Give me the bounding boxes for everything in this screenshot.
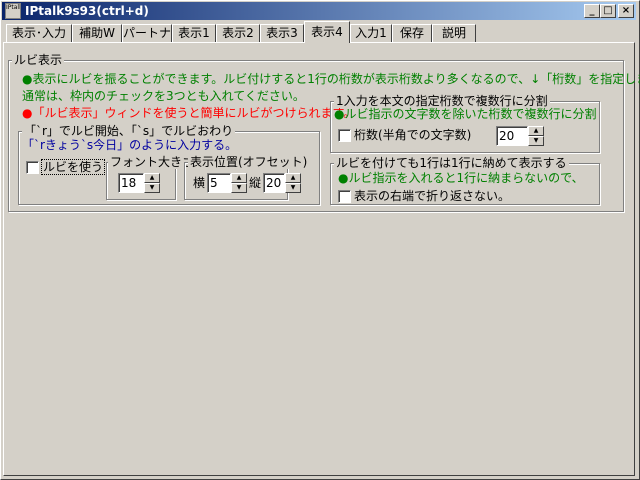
y-offset-spinner[interactable]: ▲ ▼ xyxy=(285,173,301,193)
spin-up-icon[interactable]: ▲ xyxy=(144,173,160,183)
minimize-button[interactable]: _ xyxy=(584,4,600,18)
spin-up-icon[interactable]: ▲ xyxy=(528,126,544,136)
ruby-description-2: 通常は、枠内のチェックを3つとも入れてください。 xyxy=(22,89,305,103)
tab-input-1[interactable]: 入力1 xyxy=(350,24,392,42)
window-title: IPtalk9s93(ctrl+d) xyxy=(25,4,149,18)
split-lines-title: 1入力を本文の指定桁数で複数行に分割 xyxy=(334,94,550,108)
tab-display-input[interactable]: 表示･入力 xyxy=(6,24,72,42)
fit-one-line-title: ルビを付けても1行は1行に納めて表示する xyxy=(334,156,569,170)
tab-display-2[interactable]: 表示2 xyxy=(216,24,260,42)
digits-checkbox[interactable] xyxy=(338,129,351,142)
x-offset-input[interactable]: 5 xyxy=(207,173,231,193)
close-button[interactable]: × xyxy=(618,4,634,18)
font-size-title: フォント大きさ xyxy=(108,155,197,169)
ruby-description-1: ●表示にルビを振ることができます。ルビ付けすると1行の桁数が表示桁数より多くなる… xyxy=(22,72,640,86)
font-size-spinner[interactable]: ▲ ▼ xyxy=(144,173,160,193)
spin-down-icon[interactable]: ▼ xyxy=(144,183,160,193)
digits-spinner[interactable]: ▲ ▼ xyxy=(528,126,544,146)
x-offset-spinner[interactable]: ▲ ▼ xyxy=(231,173,247,193)
spin-up-icon[interactable]: ▲ xyxy=(231,173,247,183)
spin-down-icon[interactable]: ▼ xyxy=(231,183,247,193)
tab-partner[interactable]: パートナー xyxy=(122,24,172,42)
no-wrap-label: 表示の右端で折り返さない。 xyxy=(354,189,511,203)
digits-input[interactable]: 20 xyxy=(496,126,528,146)
display-position-title: 表示位置(オフセット) xyxy=(188,155,310,169)
no-wrap-checkbox[interactable] xyxy=(338,190,351,203)
ruby-description-3: ●「ルビ表示」ウィンドを使うと簡単にルビがつけられます。 xyxy=(22,106,356,120)
use-ruby-checkbox[interactable] xyxy=(26,161,39,174)
tab-display-4[interactable]: 表示4 xyxy=(304,21,350,43)
tab-description[interactable]: 説明 xyxy=(432,24,476,42)
spin-down-icon[interactable]: ▼ xyxy=(285,183,301,193)
title-bar[interactable]: IPtalk IPtalk9s93(ctrl+d) _ □ × xyxy=(2,2,636,20)
y-offset-label: 縦 xyxy=(249,176,262,190)
fit-one-line-description: ●ルビ指示を入れると1行に納まらないので、 xyxy=(338,171,584,185)
tab-aux-w[interactable]: 補助W xyxy=(72,24,122,42)
digits-label: 桁数(半角での文字数) xyxy=(354,128,472,142)
tab-display-3[interactable]: 表示3 xyxy=(260,24,304,42)
maximize-button[interactable]: □ xyxy=(600,4,616,18)
use-ruby-label[interactable]: ルビを使う xyxy=(40,159,106,175)
tab-display-1[interactable]: 表示1 xyxy=(172,24,216,42)
spin-up-icon[interactable]: ▲ xyxy=(285,173,301,183)
app-icon[interactable]: IPtalk xyxy=(5,3,21,19)
ruby-input-example: 「`rきょう`s今日」のように入力する。 xyxy=(22,138,238,152)
tab-save[interactable]: 保存 xyxy=(392,24,432,42)
x-offset-label: 横 xyxy=(193,176,206,190)
ruby-display-title: ルビ表示 xyxy=(12,53,65,67)
split-lines-description: ●ルビ指示の文字数を除いた桁数で複数行に分割 xyxy=(334,107,597,121)
y-offset-input[interactable]: 20 xyxy=(263,173,285,193)
ruby-markers-title: 「`r」でルビ開始、「`s」でルビおわり xyxy=(22,124,236,138)
spin-down-icon[interactable]: ▼ xyxy=(528,136,544,146)
font-size-input[interactable]: 18 xyxy=(118,173,144,193)
